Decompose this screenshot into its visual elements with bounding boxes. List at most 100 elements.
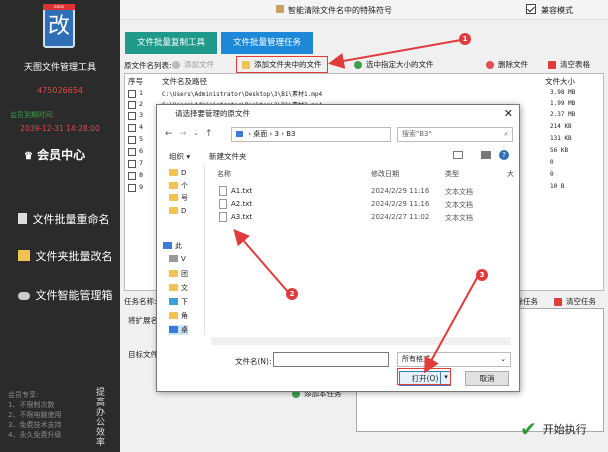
topbar-title: 智能清除文件名中的特殊符号	[288, 6, 392, 15]
start-button[interactable]: ✔ 开始执行	[520, 412, 604, 446]
row-size: 1.99 MB	[550, 100, 576, 107]
row-checkbox[interactable]	[128, 184, 136, 192]
row-num: 8	[139, 171, 144, 179]
row-checkbox[interactable]	[128, 136, 136, 144]
add-file-label: 添加文件	[184, 60, 214, 69]
folder-icon	[18, 250, 30, 261]
nav-label: 文件智能管理箱	[35, 289, 113, 302]
breadcrumb-item[interactable]: 桌面	[253, 130, 267, 138]
view-icon[interactable]	[453, 151, 463, 159]
delete-file-button[interactable]: 删除文件	[486, 58, 528, 71]
horizontal-scrollbar[interactable]	[211, 337, 511, 345]
row-num: 7	[139, 159, 144, 167]
nav-rename-files[interactable]: 文件批量重命名	[0, 211, 120, 227]
breadcrumb-item[interactable]: B3	[286, 130, 295, 138]
chevron-down-icon: ⌄	[500, 355, 506, 363]
row-size: 3.98 MB	[550, 89, 576, 96]
filename-input[interactable]	[273, 352, 389, 367]
row-path: C:\Users\Administrator\Desktop\3\B1\素材1.…	[162, 91, 323, 98]
sidebar: ZIEN 改 天图文件管理工具 475026654 会员到期时间: 2039-1…	[0, 0, 120, 452]
tree-item[interactable]: 号	[169, 193, 188, 203]
row-num: 2	[139, 100, 144, 108]
nav-label: 文件批量重命名	[32, 213, 110, 226]
nav-rename-folders[interactable]: 文件夹批量改名	[0, 248, 120, 264]
tree-item[interactable]: 下	[169, 297, 188, 307]
text-file-icon	[219, 212, 227, 222]
tree-item[interactable]: D	[169, 169, 186, 177]
row-size: 56 KB	[550, 147, 569, 154]
filetype-select[interactable]: 所有格式 ⌄	[397, 352, 511, 367]
new-folder-button[interactable]: 新建文件夹	[209, 151, 247, 162]
toolbar: 原文件名列表: 添加文件 添加文件夹中的文件 选中指定大小的文件 删除文件 清空…	[120, 56, 608, 73]
expire-label: 会员到期时间:	[10, 111, 55, 119]
tree-item[interactable]: V	[169, 255, 186, 263]
target-label: 目标文件	[128, 350, 158, 359]
breadcrumb[interactable]: › 桌面 › 3 › B3	[231, 127, 391, 142]
row-checkbox[interactable]	[128, 124, 136, 132]
clear-task-button[interactable]: 清空任务	[554, 295, 596, 308]
row-checkbox[interactable]	[128, 160, 136, 168]
file-row[interactable]: A1.txt 2024/2/29 11:16 文本文档	[211, 185, 511, 198]
document-icon	[18, 213, 27, 224]
app-name: 天图文件管理工具	[23, 63, 96, 73]
highlight-box-1	[236, 56, 328, 73]
col-size[interactable]: 大	[507, 169, 514, 179]
tree-item[interactable]: 文	[169, 283, 188, 293]
vip-center-button[interactable]: ♛ 会员中心	[24, 146, 85, 163]
compat-checkbox[interactable]	[526, 4, 536, 14]
file-row[interactable]: A3.txt 2024/2/27 11:02 文本文档	[211, 211, 511, 224]
brush-icon	[276, 5, 284, 13]
back-icon[interactable]: ←	[165, 129, 173, 139]
tree-item-this-pc[interactable]: 此	[163, 241, 182, 251]
row-checkbox[interactable]	[128, 148, 136, 156]
row-checkbox[interactable]	[128, 112, 136, 120]
select-size-button[interactable]: 选中指定大小的文件	[354, 58, 434, 71]
cancel-label: 取消	[479, 374, 495, 383]
expire-date: 2039-12-31 14:28:00	[20, 124, 100, 133]
col-name[interactable]: 名称	[217, 169, 231, 179]
row-size: 2.37 MB	[550, 111, 576, 118]
tab-batch-manage[interactable]: 文件批量管理任务	[221, 32, 313, 54]
tree-item[interactable]: 团	[169, 269, 188, 279]
text-file-icon	[219, 186, 227, 196]
nav-smart-manager[interactable]: 文件智能管理箱	[0, 287, 120, 303]
forward-icon[interactable]: →	[179, 129, 187, 139]
text-file-icon	[219, 199, 227, 209]
up-icon[interactable]: ↑	[205, 129, 213, 139]
row-checkbox[interactable]	[128, 90, 136, 98]
vip-benefit: 2、不限电脑使用	[8, 411, 62, 419]
task-name-label: 任务名称:	[124, 297, 157, 306]
start-label: 开始执行	[542, 423, 587, 436]
tree-item[interactable]: 角	[169, 311, 188, 321]
col-type[interactable]: 类型	[445, 169, 459, 179]
check-circle-icon	[354, 60, 362, 69]
organize-menu[interactable]: 组织 ▾	[169, 151, 190, 162]
preview-pane-icon[interactable]	[481, 151, 491, 159]
col-date[interactable]: 修改日期	[371, 169, 399, 179]
chevron-down-icon[interactable]: ⌄	[193, 129, 199, 137]
folder-tree: D 个 号 D 此 V 团 文 下 角 桌	[161, 165, 205, 335]
cancel-button[interactable]: 取消	[465, 371, 509, 386]
folder-icon	[236, 131, 243, 137]
callout-badge-2: 2	[286, 288, 298, 300]
callout-badge-1: 1	[459, 33, 471, 45]
logo-tag: ZIEN	[43, 4, 75, 10]
table-row[interactable]: 1 C:\Users\Administrator\Desktop\3\B1\素材1…	[125, 89, 603, 99]
help-icon[interactable]: ?	[499, 150, 509, 160]
row-num: 3	[139, 111, 144, 119]
file-row[interactable]: A2.txt 2024/2/29 11:16 文本文档	[211, 198, 511, 211]
tree-item-desktop[interactable]: 桌	[169, 325, 188, 335]
clear-table-button[interactable]: 清空表格	[548, 58, 590, 71]
search-input[interactable]: 搜索"B3" ⌕	[397, 127, 513, 142]
dialog-title: 请选择要管理的原文件	[157, 105, 519, 123]
row-checkbox[interactable]	[128, 101, 136, 109]
tree-item[interactable]: 个	[169, 181, 188, 191]
clear-table-label: 清空表格	[560, 60, 590, 69]
add-file-button[interactable]: 添加文件	[172, 58, 214, 71]
tab-batch-copy[interactable]: 文件批量复制工具	[125, 32, 217, 54]
add-icon	[172, 60, 180, 69]
close-icon[interactable]: ✕	[504, 107, 513, 120]
tree-item[interactable]: D	[169, 207, 186, 215]
row-checkbox[interactable]	[128, 172, 136, 180]
breadcrumb-item[interactable]: 3	[275, 130, 279, 138]
